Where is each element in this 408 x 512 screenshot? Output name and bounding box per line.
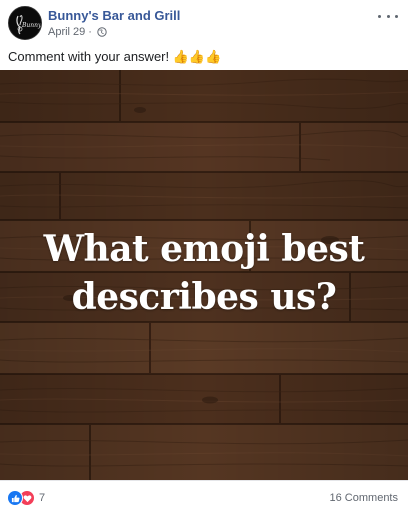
post-footer: 7 16 Comments (0, 480, 408, 512)
more-dot (378, 14, 381, 18)
more-options-button[interactable] (378, 10, 398, 22)
more-dot (386, 14, 390, 18)
meta-separator: · (88, 26, 92, 38)
page-name-link[interactable]: Bunny's Bar and Grill (48, 8, 180, 23)
page-avatar[interactable]: Bunny's (8, 6, 42, 40)
post-meta: April 29 · (48, 26, 107, 38)
post-text: Comment with your answer! 👍👍👍 (8, 49, 222, 64)
svg-text:Bunny's: Bunny's (21, 22, 42, 29)
image-caption: What emoji best describes us? (0, 225, 408, 321)
post-header: Bunny's Bunny's Bar and Grill April 29 · (0, 0, 408, 44)
more-dot (395, 14, 398, 18)
reactions-summary[interactable]: 7 (7, 490, 45, 506)
image-caption-line: describes us? (71, 276, 337, 318)
image-caption-line: What emoji best (43, 228, 365, 270)
comments-count-link[interactable]: 16 Comments (330, 492, 398, 504)
like-icon (7, 490, 23, 506)
globe-icon[interactable] (97, 27, 107, 37)
reaction-count: 7 (39, 492, 46, 504)
post-date[interactable]: April 29 (48, 26, 85, 38)
post-image[interactable]: What emoji best describes us? (0, 70, 408, 480)
avatar-logo-icon: Bunny's (9, 7, 42, 39)
